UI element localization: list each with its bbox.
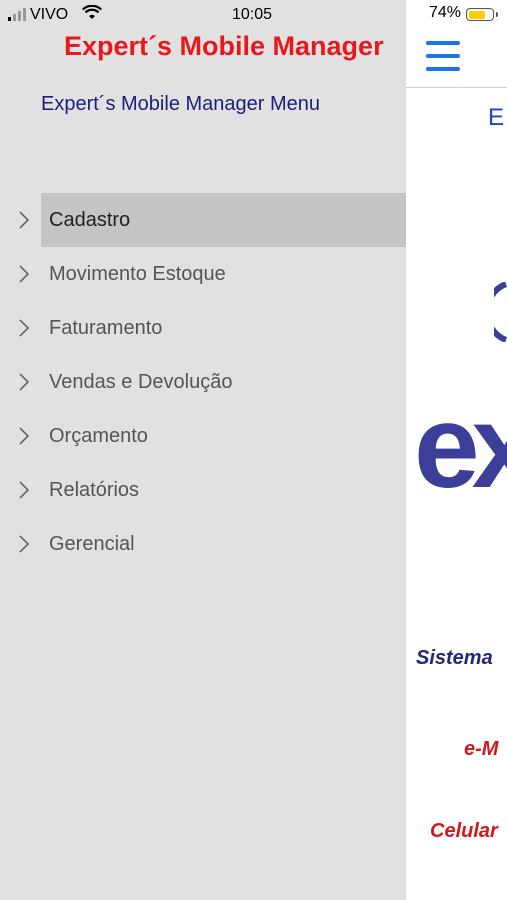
- menu-item-cadastro[interactable]: Cadastro: [0, 193, 406, 247]
- hamburger-menu-icon[interactable]: [426, 41, 460, 71]
- header-divider: [406, 87, 507, 88]
- logo-arc-icon: [494, 282, 507, 342]
- menu-item-label: Cadastro: [41, 193, 406, 247]
- menu-item-label: Orçamento: [49, 425, 148, 447]
- menu-item-movimento-estoque[interactable]: Movimento Estoque: [0, 247, 406, 301]
- menu-item-vendas-devolucao[interactable]: Vendas e Devolução: [0, 355, 406, 409]
- chevron-right-icon: [19, 211, 30, 229]
- chevron-right-icon: [19, 535, 30, 553]
- phone-label: Celular: [430, 820, 498, 842]
- side-drawer: VIVO 10:05 Expert´s Mobile Manager Exper…: [0, 0, 406, 900]
- system-label: Sistema: [416, 647, 493, 669]
- main-heading: E: [488, 104, 505, 131]
- status-time: 10:05: [232, 6, 273, 23]
- menu-item-gerencial[interactable]: Gerencial: [0, 517, 406, 571]
- menu-item-orcamento[interactable]: Orçamento: [0, 409, 406, 463]
- battery-icon: [466, 8, 498, 21]
- signal-strength-icon: [8, 8, 26, 21]
- carrier-name: VIVO: [30, 6, 69, 23]
- menu-item-label: Gerencial: [49, 533, 135, 555]
- menu-item-label: Movimento Estoque: [49, 263, 226, 285]
- company-logo: ex: [414, 381, 507, 513]
- chevron-right-icon: [19, 265, 30, 283]
- chevron-right-icon: [19, 373, 30, 391]
- chevron-right-icon: [19, 481, 30, 499]
- wifi-icon: [82, 4, 102, 26]
- menu-item-label: Vendas e Devolução: [49, 371, 233, 393]
- chevron-right-icon: [19, 319, 30, 337]
- menu-title: Expert´s Mobile Manager Menu: [41, 93, 321, 115]
- menu-item-relatorios[interactable]: Relatórios: [0, 463, 406, 517]
- main-content: 74% E ex Sistema e-M Celular: [406, 0, 507, 900]
- battery-percentage: 74%: [429, 4, 462, 21]
- menu-list: Cadastro Movimento Estoque Faturamento V…: [0, 193, 406, 571]
- email-label: e-M: [464, 738, 499, 760]
- app-title: Expert´s Mobile Manager: [64, 31, 384, 61]
- chevron-right-icon: [19, 427, 30, 445]
- menu-item-label: Faturamento: [49, 317, 163, 339]
- menu-item-faturamento[interactable]: Faturamento: [0, 301, 406, 355]
- menu-item-label: Relatórios: [49, 479, 140, 501]
